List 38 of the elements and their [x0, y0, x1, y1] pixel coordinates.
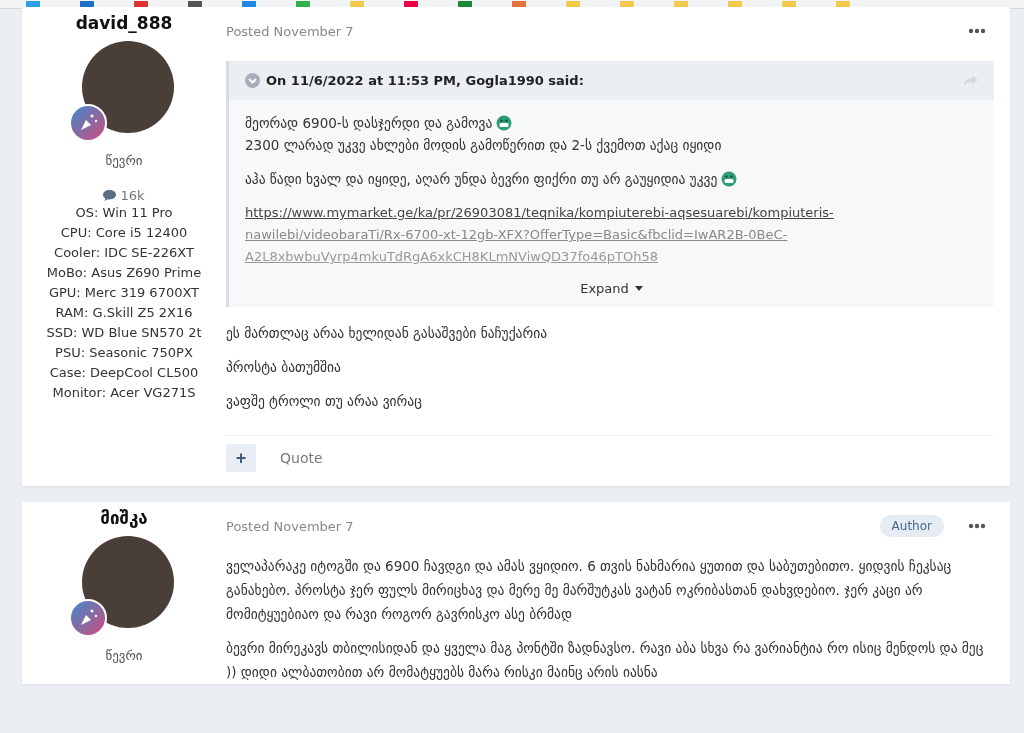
caret-icon: [634, 286, 643, 291]
post-date: Posted November 7: [226, 518, 355, 534]
add-reaction-button[interactable]: +: [226, 444, 256, 472]
signature-spec: MoBo: Asus Z690 Prime: [46, 264, 202, 282]
signature-spec: GPU: Merc 319 6700XT: [48, 284, 200, 302]
signature-spec: Monitor: Acer VG271S: [52, 384, 196, 402]
quote-text: 2300 ლარად უკვე ახლები მოდის გამოწერით და 2-ს ქვემოთ აქაც იყიდი: [245, 136, 722, 155]
comment-icon: [103, 190, 117, 201]
post-paragraph: პროსტა ბათუმშია: [226, 358, 342, 377]
expand-button[interactable]: Expand: [574, 280, 649, 297]
post-count: 16k: [120, 188, 145, 203]
author-tag: Author: [879, 515, 944, 537]
post-paragraph: ეს მართლაც არაა ხელიდან გასაშვები ნაჩუქარია: [226, 324, 549, 343]
member-rank: წევრი: [105, 153, 143, 168]
member-rank: წევრი: [105, 648, 143, 663]
more-options-icon[interactable]: [968, 523, 986, 529]
signature-spec: PSU: Seasonic 750PX: [55, 344, 193, 362]
author-name[interactable]: david_888: [75, 13, 173, 33]
post-date: Posted November 7: [226, 23, 355, 39]
signature-spec: CPU: Core i5 12400: [60, 224, 188, 242]
signature-spec: OS: Win 11 Pro: [75, 204, 173, 222]
signature-spec: Cooler: IDC SE-226XT: [54, 244, 194, 262]
signature-spec: SSD: WD Blue SN570 2t: [46, 324, 202, 342]
quote-link[interactable]: https://www.mymarket.ge/ka/pr/26903081/teqnika/kompiuterebi-aqsesuarebi/kompiuteris-: [245, 202, 978, 224]
party-badge-icon: [68, 598, 108, 638]
party-badge-icon: [68, 103, 108, 143]
quote-text: აჰა წადი ხვალ და იყიდე, აღარ უნდა ბევრი ფიქრი თუ არ გაუყიდია უკვე: [245, 170, 718, 189]
quote-header: On 11/6/2022 at 11:53 PM, Gogla1990 said:: [266, 73, 585, 88]
post-paragraph: ვაფშე ტროლი თუ არაა ვირაც: [226, 392, 423, 411]
quote-button[interactable]: Quote: [274, 449, 329, 467]
collapse-chevron-icon[interactable]: [245, 73, 260, 88]
signature-spec: RAM: G.Skill Z5 2X16: [55, 304, 193, 322]
post-paragraph: ბევრი მირეკავს თბილისიდან და ყველა მაგ პონტში ზადნავსო. რავი აბა სხვა რა ვარიანტია რო ისიც მენდოს და მეც )) დიდი ალბათობით არ მომატყუებს მარა რისკი მაინც არის იასნა: [226, 639, 985, 682]
signature-spec: Case: DeepCool CL500: [49, 364, 199, 382]
post-paragraph: ველაპარაკე იტოგში და 6900 ჩავდგი და ამას ვყიდიო. 6 თვის ნახმარია ყუთით და საბუთებითო. ყიდვის ჩეკსაც განახებო. პროსტა ჯერ ფულს მირიცხავ და მერე მე მარშუტკას ვატან ოკრიბასთან დახვდებიო. ჯერ კაცი არ მომიტყუებიაო და რავი როგორ გავრისკო ასე ბრმად: [226, 557, 953, 624]
author-name[interactable]: მიშკა: [100, 508, 148, 528]
more-options-icon[interactable]: [968, 28, 986, 34]
quote-text: მეორად 6900-ს დასჯერდი და გამოვა: [245, 114, 493, 133]
